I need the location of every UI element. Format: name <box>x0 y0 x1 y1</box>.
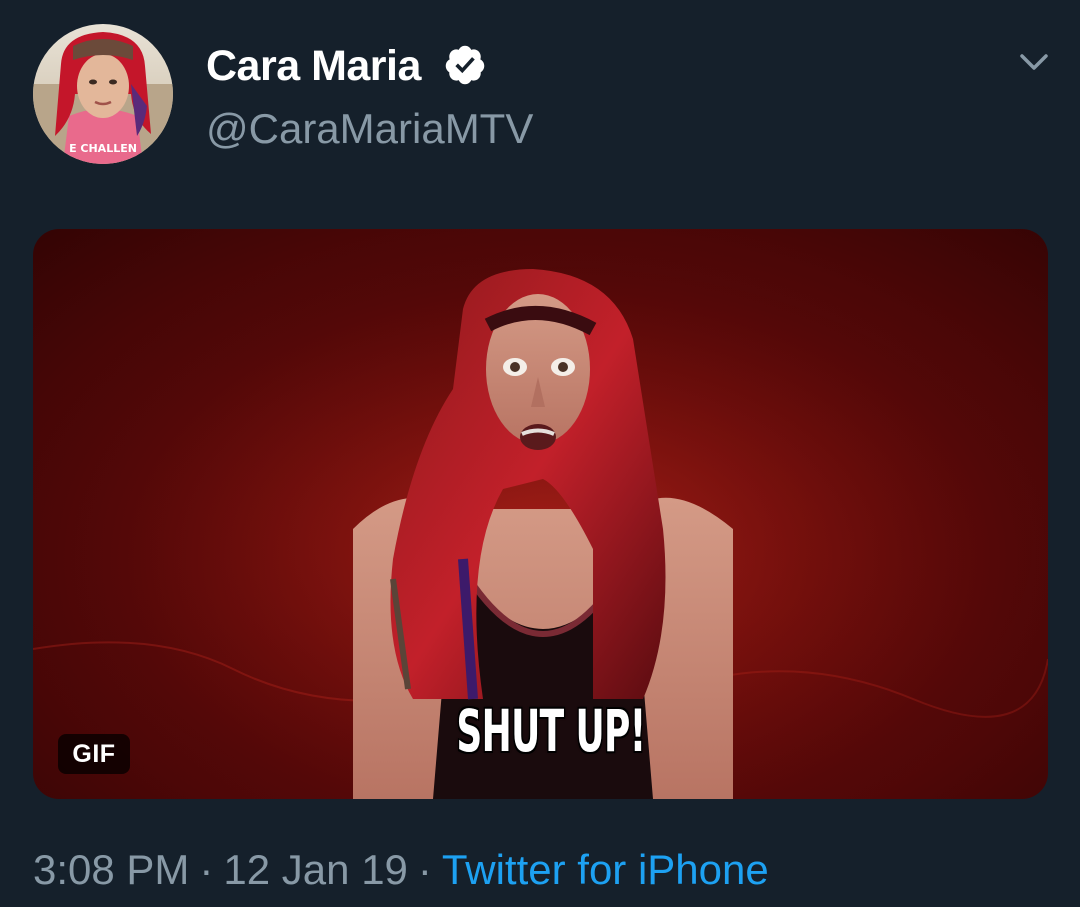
author-handle[interactable]: @CaraMariaMTV <box>206 103 533 155</box>
chevron-down-icon[interactable] <box>1012 44 1056 80</box>
gif-badge: GIF <box>58 734 130 774</box>
gif-media[interactable]: SHUT UP! GIF <box>33 229 1048 799</box>
verified-badge-icon <box>445 45 485 85</box>
tweet-source-link[interactable]: Twitter for iPhone <box>442 846 769 893</box>
author-display-name[interactable]: Cara Maria <box>206 40 421 92</box>
tweet-date: 12 Jan 19 <box>223 846 408 893</box>
meta-separator: · <box>199 846 214 893</box>
meta-separator: · <box>417 846 432 893</box>
avatar-image: E CHALLEN <box>33 24 173 164</box>
tweet-metadata: 3:08 PM · 12 Jan 19 · Twitter for iPhone <box>33 844 769 896</box>
tweet-detail: E CHALLEN Cara Maria @CaraMariaMTV SHUT … <box>0 0 1080 907</box>
gif-caption: SHUT UP! <box>456 697 646 765</box>
tweet-time: 3:08 PM <box>33 846 190 893</box>
author-avatar[interactable]: E CHALLEN <box>33 24 173 164</box>
svg-text:E CHALLEN: E CHALLEN <box>69 142 137 155</box>
